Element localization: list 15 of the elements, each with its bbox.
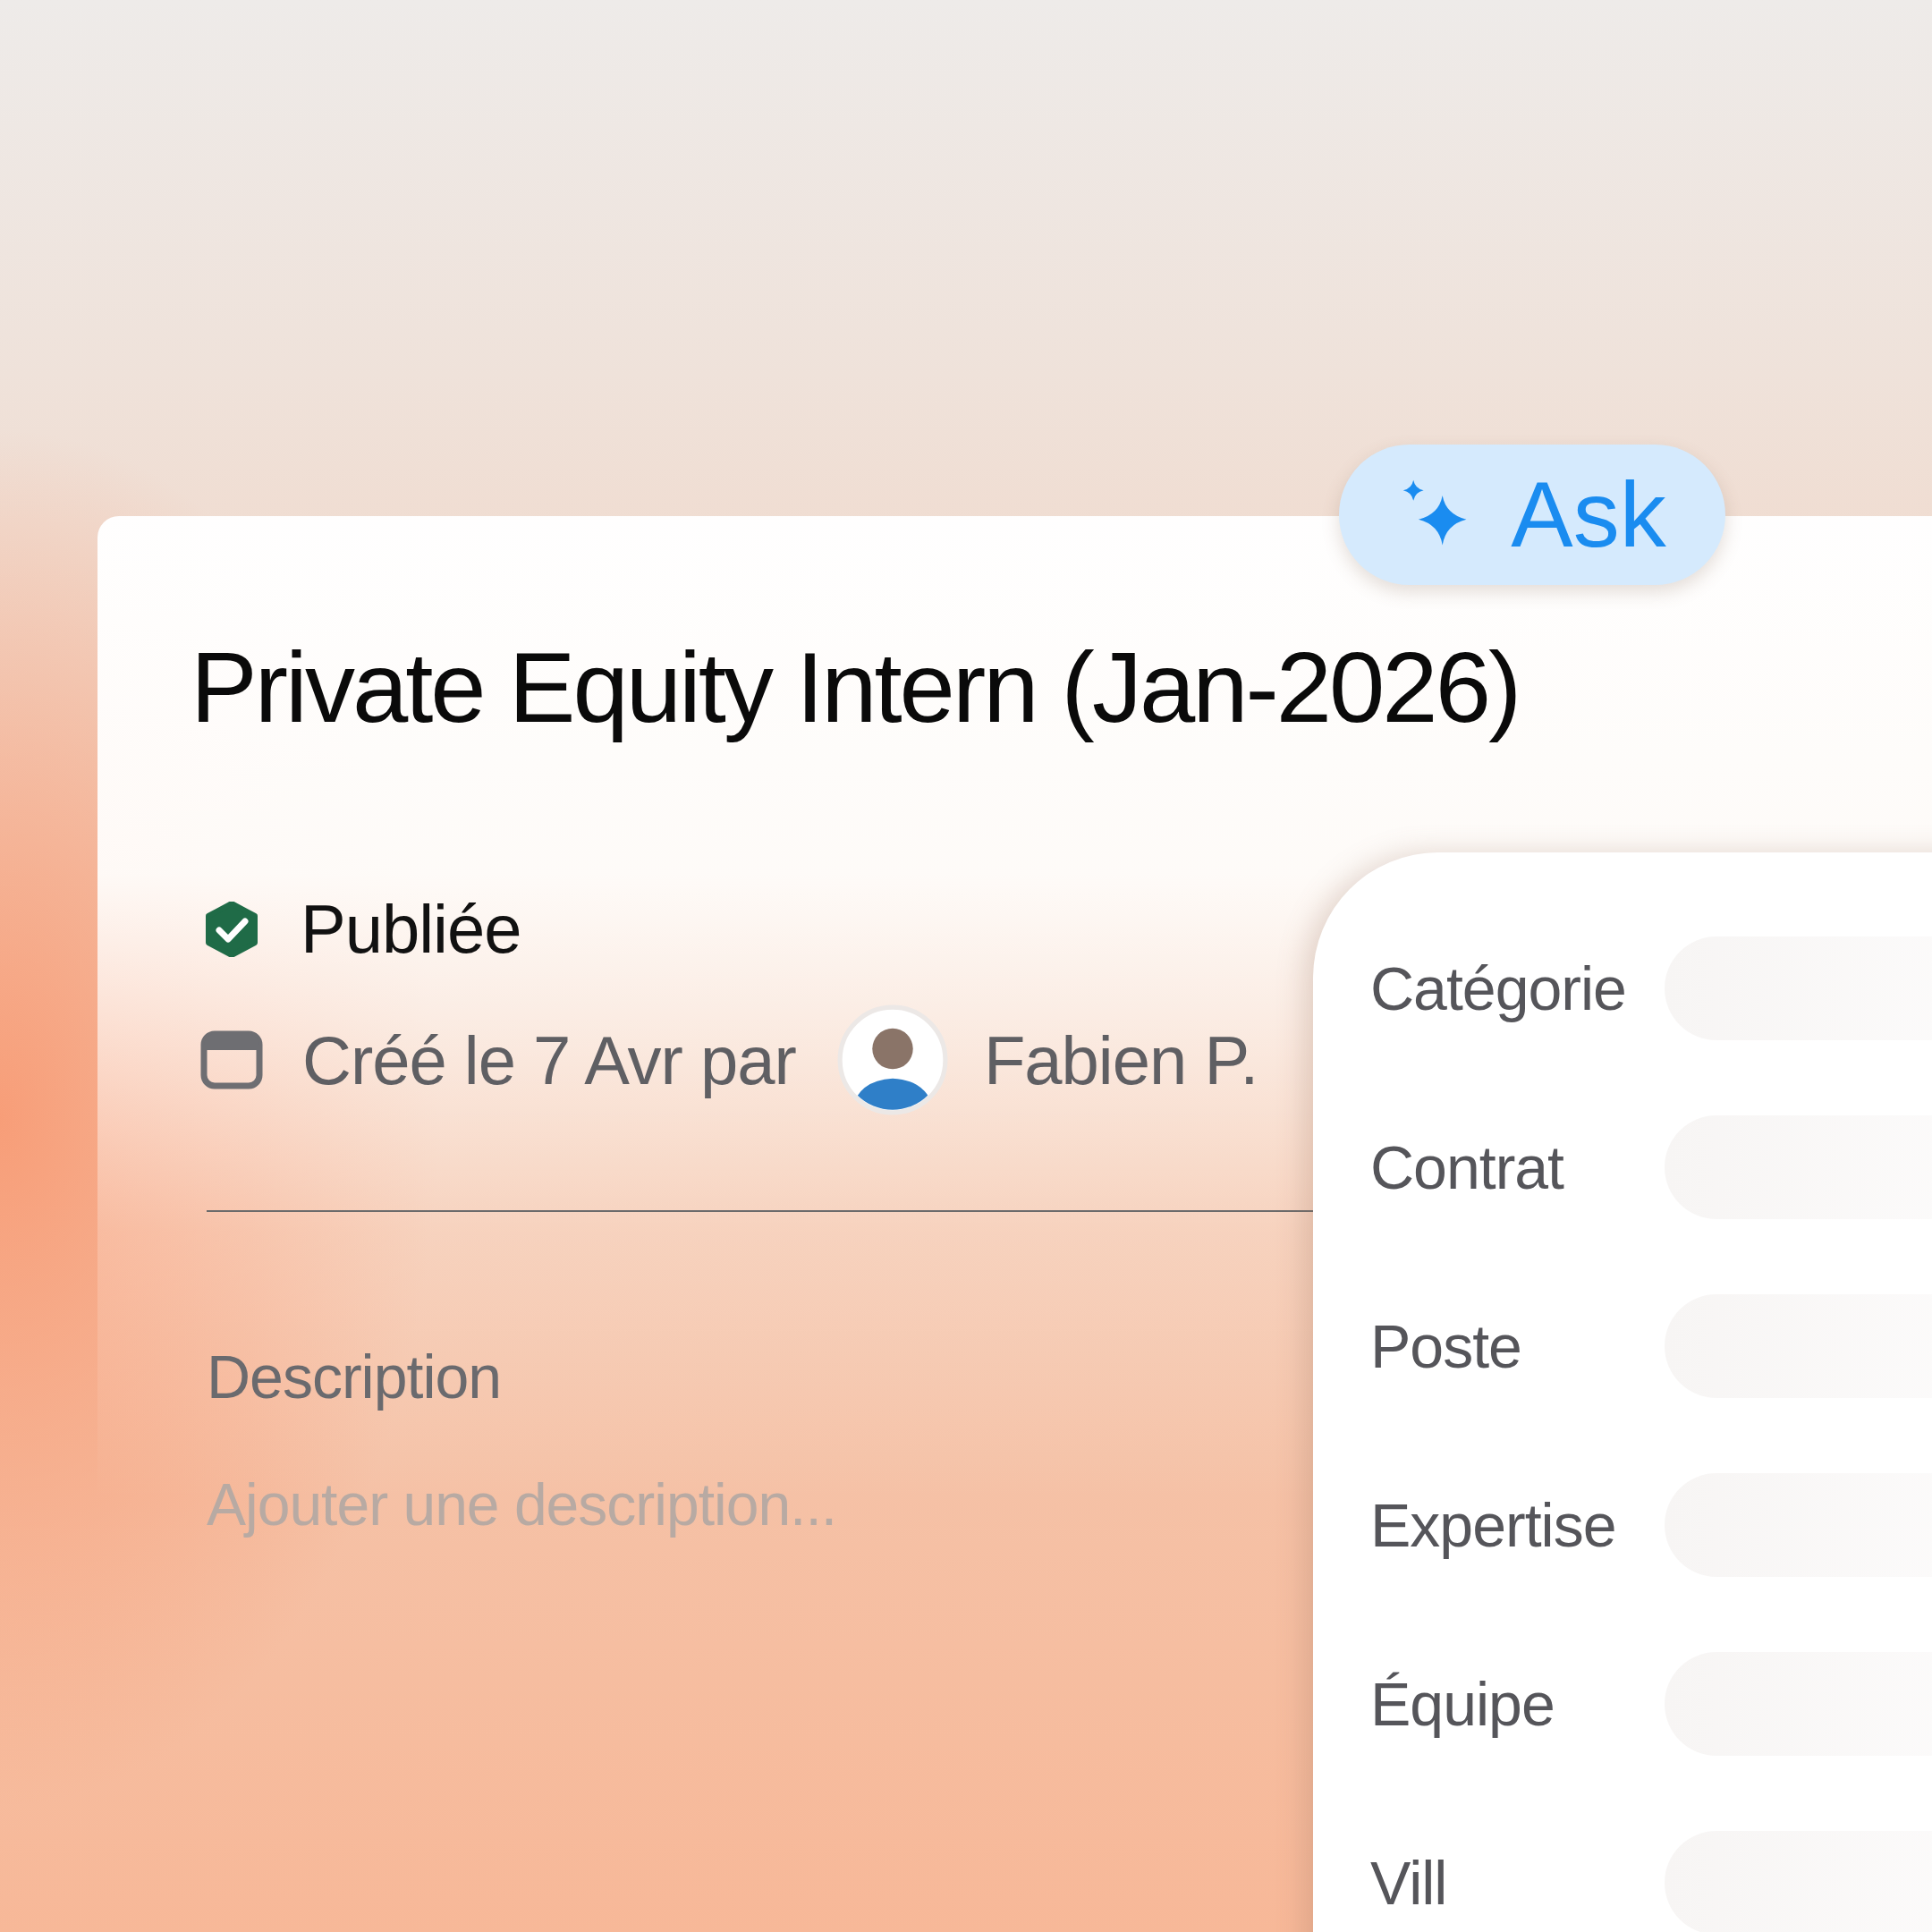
field-label: Vill [1369,1848,1448,1918]
created-date-text: Créé le 7 Avr par [302,1021,796,1099]
field-label: Contrat [1369,1132,1565,1202]
field-label: Poste [1369,1311,1522,1381]
status-label: Publiée [301,890,521,969]
check-badge-icon [204,901,259,957]
page-title: Private Equity Intern (Jan-2026) [191,632,1521,743]
field-label: Expertise [1369,1490,1617,1560]
author-name: Fabien P. [983,1021,1258,1099]
field-label: Équipe [1369,1669,1555,1739]
ask-button[interactable]: Ask [1339,445,1725,585]
calendar-icon [200,1029,263,1092]
description-field[interactable]: Ajouter une description... [207,1470,1012,1539]
section-label: Description [207,1342,502,1412]
field-label: Catégorie [1369,953,1627,1023]
